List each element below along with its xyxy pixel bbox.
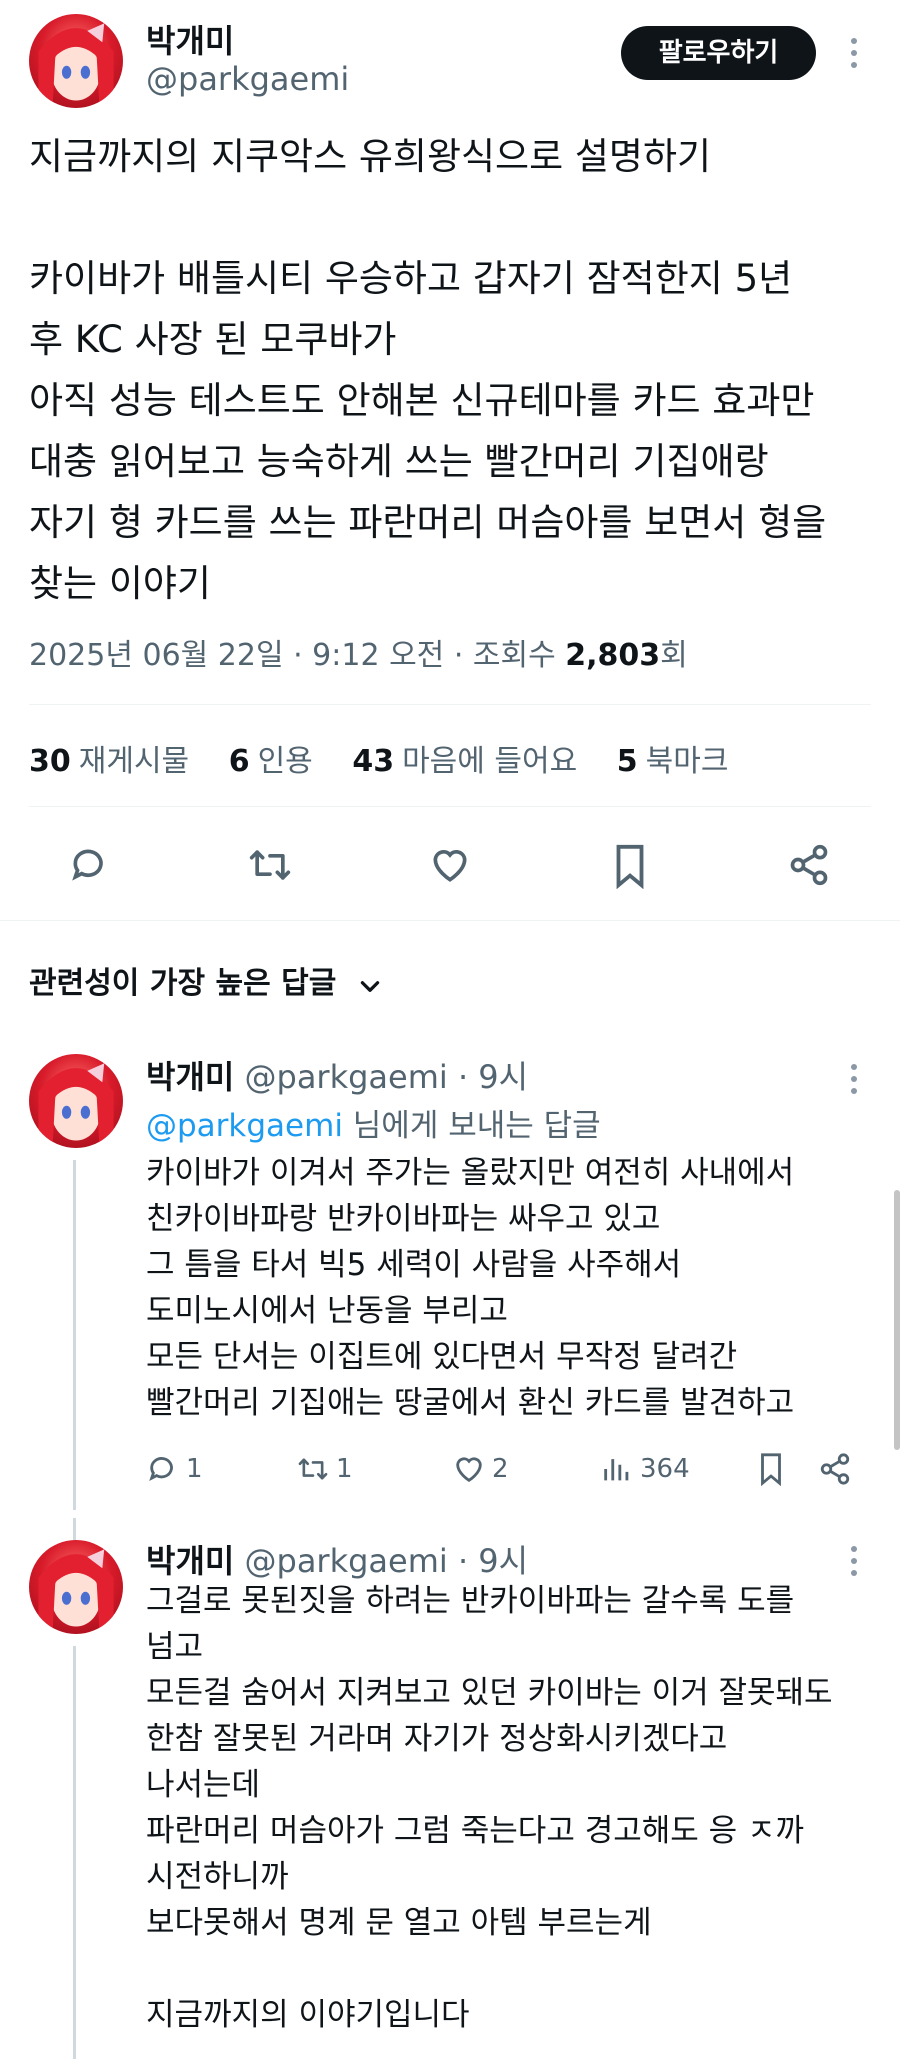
views-count: 364: [640, 1454, 690, 1484]
reply-text: 카이바가 이겨서 주가는 올랐지만 여전히 사내에서 친카이바파랑 반카이바파는…: [146, 1155, 795, 1421]
share-button[interactable]: [818, 1452, 858, 1486]
retweet-icon: [298, 1458, 328, 1480]
tweet-stats: 30 재게시물 6 인용 43 마음에 들어요 5 북마크: [29, 736, 758, 780]
bookmark-icon: [761, 1453, 781, 1486]
heart-icon: [456, 1457, 482, 1483]
reply-icon[interactable]: [68, 843, 112, 887]
reply-time[interactable]: · 9시: [448, 1058, 528, 1096]
divider: [29, 704, 871, 705]
retweet-icon[interactable]: [246, 843, 294, 887]
scrollbar[interactable]: [894, 1190, 900, 1450]
divider: [0, 920, 900, 921]
tweet-date[interactable]: 2025년 06월 22일 · 9:12 오전 · 조회수: [29, 638, 565, 673]
reply-header: 박개미 @parkgaemi · 9시: [146, 1536, 528, 1582]
retweet-count: 1: [336, 1454, 353, 1484]
author-avatar[interactable]: [29, 14, 123, 108]
tweet-text: 지금까지의 지쿠악스 유희왕식으로 설명하기 카이바가 배틀시티 우승하고 갑자…: [29, 135, 827, 605]
more-icon[interactable]: [850, 1546, 858, 1582]
bookmarks-stat[interactable]: 5 북마크: [617, 744, 729, 779]
views-button[interactable]: 364: [600, 1452, 690, 1486]
reply-count: 1: [186, 1454, 203, 1484]
thread-line: [73, 1646, 76, 2059]
more-icon[interactable]: [850, 38, 858, 74]
reply-avatar[interactable]: [29, 1054, 123, 1148]
reply-header: 박개미 @parkgaemi · 9시: [146, 1052, 528, 1098]
more-icon[interactable]: [850, 1064, 858, 1100]
thread-line: [73, 1160, 76, 1510]
reply-text: 그걸로 못된짓을 하려는 반카이바파는 갈수록 도를 넘고 모든걸 숨어서 지켜…: [146, 1583, 833, 2033]
divider: [29, 806, 871, 807]
author-handle[interactable]: @parkgaemi: [146, 60, 349, 98]
like-count: 2: [492, 1454, 509, 1484]
reply-actions: 1 1 2 364: [146, 1452, 866, 1496]
sort-dropdown[interactable]: 관련성이 가장 높은 답글: [29, 958, 383, 1002]
retweets-stat[interactable]: 30 재게시물: [29, 744, 189, 779]
tweet-meta: 2025년 06월 22일 · 9:12 오전 · 조회수 2,803회: [29, 630, 688, 674]
like-button[interactable]: 2: [452, 1452, 509, 1486]
sort-label: 관련성이 가장 높은 답글: [29, 966, 337, 1001]
likes-stat[interactable]: 43 마음에 들어요: [352, 744, 577, 779]
reply-author-name[interactable]: 박개미: [146, 1058, 234, 1096]
share-icon[interactable]: [787, 843, 831, 887]
quotes-stat[interactable]: 6 인용: [229, 744, 313, 779]
mention-link[interactable]: @parkgaemi: [146, 1108, 343, 1144]
bookmark-icon[interactable]: [610, 843, 650, 889]
chevron-down-icon: [357, 972, 383, 998]
heart-icon[interactable]: [428, 843, 472, 887]
reply-author-handle[interactable]: @parkgaemi: [245, 1542, 448, 1580]
follow-button[interactable]: 팔로우하기: [621, 26, 816, 80]
views-icon: [604, 1459, 629, 1481]
reply-author-name[interactable]: 박개미: [146, 1542, 234, 1580]
reply-button[interactable]: 1: [146, 1452, 203, 1486]
reply-author-handle[interactable]: @parkgaemi: [245, 1058, 448, 1096]
author-name[interactable]: 박개미: [146, 16, 234, 62]
reply-icon: [149, 1457, 173, 1482]
reply-avatar[interactable]: [29, 1540, 123, 1634]
bookmark-button[interactable]: [754, 1452, 794, 1486]
views-count: 2,803: [565, 638, 661, 673]
retweet-button[interactable]: 1: [296, 1452, 353, 1486]
share-icon: [820, 1453, 850, 1485]
reply-time[interactable]: · 9시: [448, 1542, 528, 1580]
replying-to: @parkgaemi 님에게 보내는 답글: [146, 1108, 601, 1144]
views-suffix: 회: [660, 638, 688, 673]
